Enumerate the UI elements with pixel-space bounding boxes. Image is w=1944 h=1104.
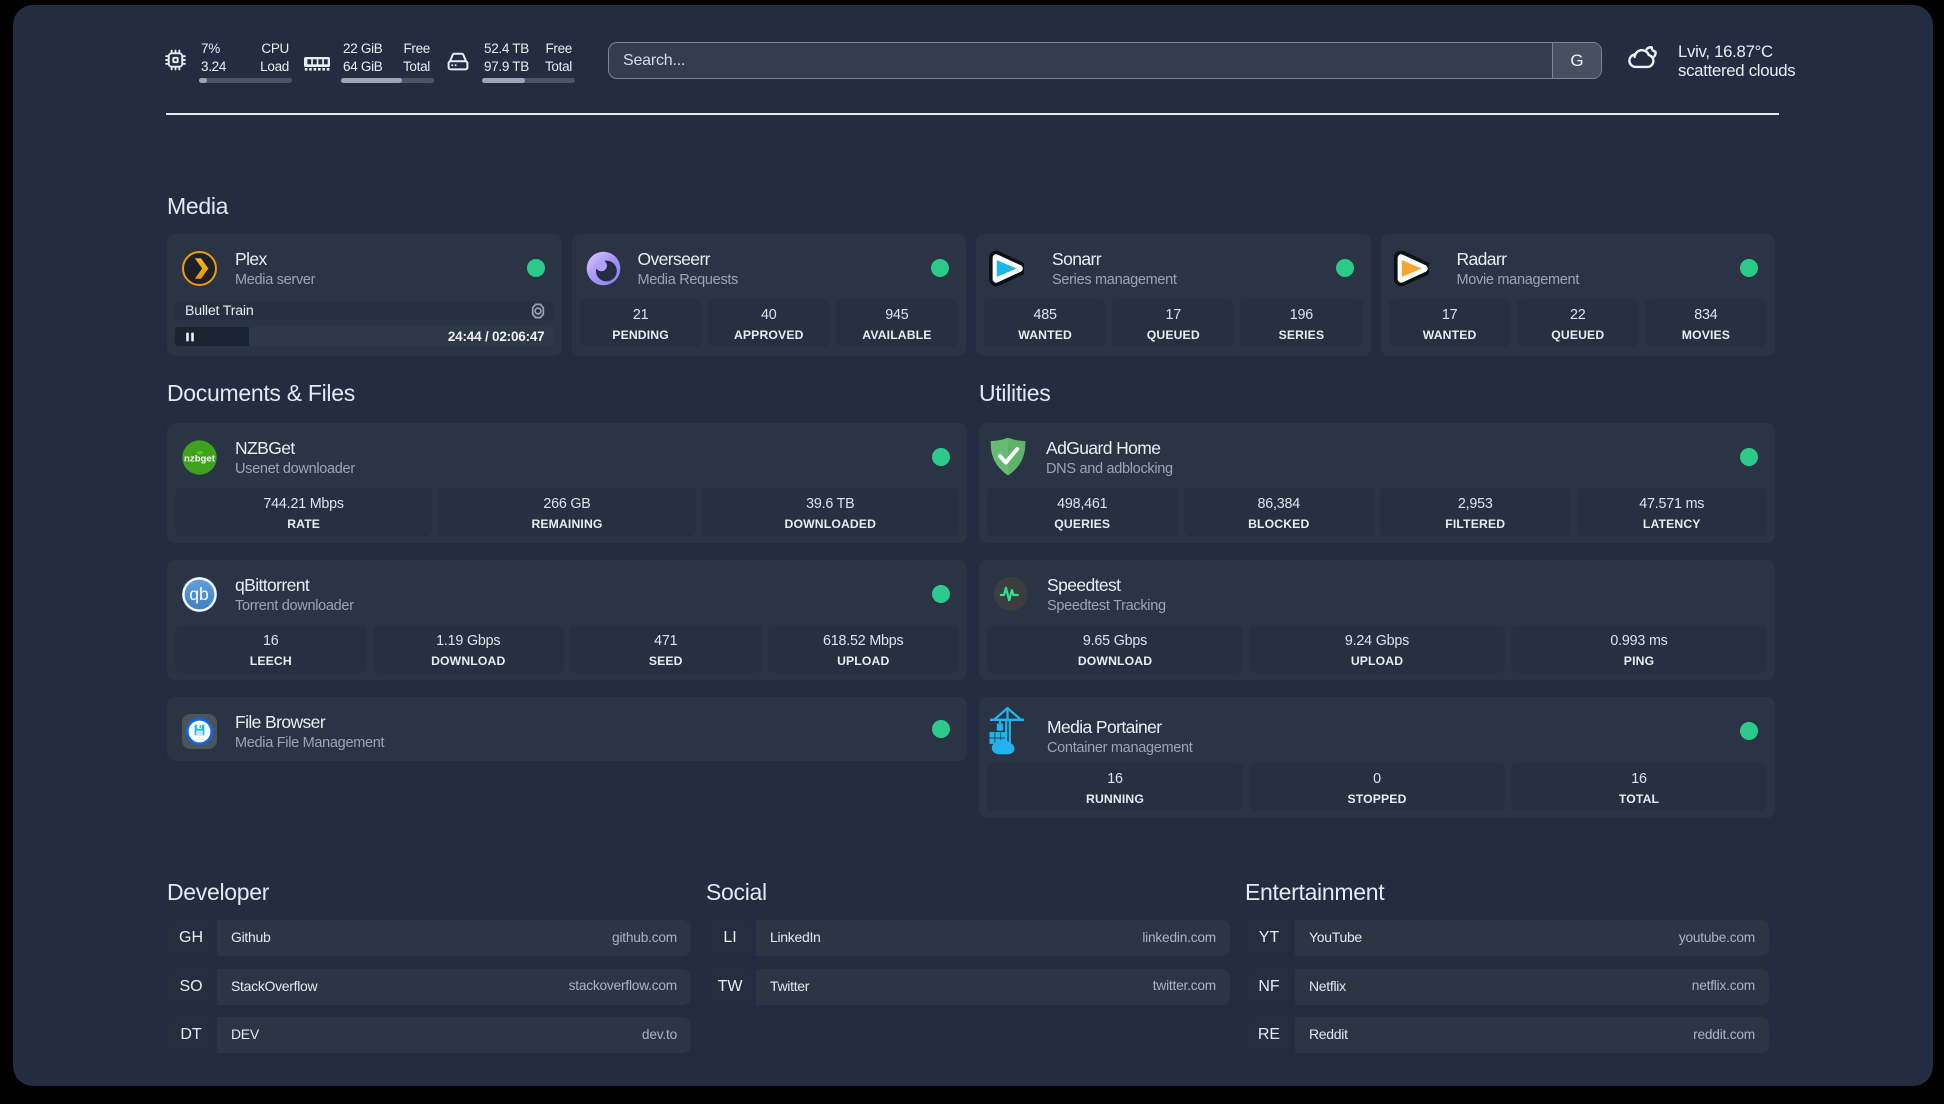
svg-text:qb: qb: [189, 584, 208, 604]
svg-text:nzbget: nzbget: [184, 453, 216, 464]
